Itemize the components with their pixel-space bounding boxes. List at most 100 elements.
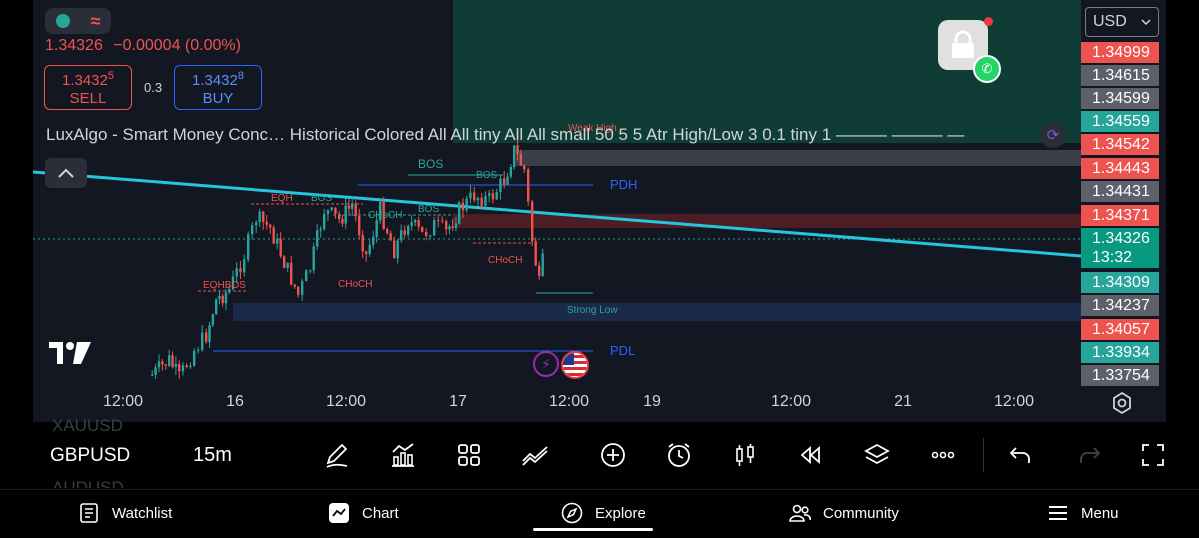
candle-body xyxy=(181,365,185,372)
nav-chart-label: Chart xyxy=(362,504,399,522)
market-open-icon xyxy=(55,14,70,28)
more-icon[interactable] xyxy=(928,440,958,470)
candle-body xyxy=(351,204,354,209)
whatsapp-icon[interactable]: ✆ xyxy=(973,55,1001,83)
price-tag-value: 1.34615 xyxy=(1092,67,1150,84)
time-axis-label: 12:00 xyxy=(102,393,144,410)
refresh-icon[interactable]: ⟳ xyxy=(1040,122,1066,148)
redo-icon[interactable] xyxy=(1074,440,1104,470)
candle-body xyxy=(445,221,448,230)
interval-select[interactable]: 15m xyxy=(193,444,232,467)
candle-body xyxy=(151,374,154,376)
price-change: −0.00004 (0.00%) xyxy=(113,37,241,54)
buy-label: BUY xyxy=(202,90,234,107)
undo-icon[interactable] xyxy=(1006,440,1036,470)
nav-community[interactable]: Community xyxy=(789,502,899,524)
nav-menu[interactable]: Menu xyxy=(1047,502,1119,524)
candle-body xyxy=(389,233,392,241)
price-tag-value: 1.33934 xyxy=(1092,344,1150,361)
chart-settings-icon[interactable] xyxy=(1110,391,1134,415)
candle-body xyxy=(480,197,483,206)
alert-clock-icon[interactable] xyxy=(664,440,694,470)
candle-body xyxy=(164,364,167,366)
candle-body xyxy=(484,195,487,206)
templates-icon[interactable] xyxy=(454,440,484,470)
candle-body xyxy=(495,191,498,200)
candle-body xyxy=(171,355,174,368)
candle-body xyxy=(224,292,228,304)
candle-body xyxy=(215,299,218,315)
flash-icon[interactable]: ⚡ xyxy=(533,351,559,377)
toolbar-divider xyxy=(983,438,984,472)
sell-button[interactable]: 1.34325 SELL xyxy=(44,65,132,110)
candle-body xyxy=(527,169,530,202)
candle-body xyxy=(316,230,319,247)
candle-body xyxy=(218,295,221,300)
candle-body xyxy=(469,192,472,199)
price-level-tag: 1.34371 xyxy=(1081,205,1159,226)
price-tag-value: 1.34431 xyxy=(1092,183,1150,200)
drawing-tools-icon[interactable] xyxy=(322,440,352,470)
candle-body xyxy=(265,221,268,225)
price-level-tag: 1.34615 xyxy=(1081,65,1159,86)
sell-price-pip: 5 xyxy=(107,70,114,82)
fullscreen-icon[interactable] xyxy=(1138,440,1168,470)
price-level-tag: 1.34309 xyxy=(1081,272,1159,293)
strong-low-label: Strong Low xyxy=(567,305,618,316)
candle-body xyxy=(293,284,296,287)
buy-button[interactable]: 1.34328 BUY xyxy=(174,65,262,110)
time-axis[interactable]: 12:00 16 12:00 17 12:00 19 12:00 21 12:00 xyxy=(33,385,1083,421)
nav-watchlist[interactable]: Watchlist xyxy=(78,502,172,524)
community-icon xyxy=(789,504,811,522)
candle-body xyxy=(205,332,208,342)
symbol-select[interactable]: GBPUSD xyxy=(50,445,130,467)
chart-icon xyxy=(329,503,349,523)
replay-icon[interactable] xyxy=(796,440,826,470)
candle-body xyxy=(178,363,181,372)
candle-body xyxy=(417,220,420,227)
candle-body xyxy=(513,145,516,167)
pdh-label: PDH xyxy=(610,177,637,192)
candle-body xyxy=(491,193,495,200)
candle-body xyxy=(189,365,192,368)
supply-zone xyxy=(453,214,1081,228)
add-icon[interactable] xyxy=(598,440,628,470)
candle-body xyxy=(208,325,211,342)
candle-body xyxy=(454,223,458,228)
candle-body xyxy=(344,205,347,224)
candle-body xyxy=(272,227,275,244)
indicators-icon[interactable] xyxy=(388,440,418,470)
symbol-next[interactable]: AUDUSD xyxy=(52,478,124,488)
candle-body xyxy=(421,226,424,232)
collapse-legend-button[interactable] xyxy=(45,158,87,188)
price-tag-value: 1.34999 xyxy=(1092,44,1150,61)
time-axis-label: 17 xyxy=(449,393,467,410)
candle-body xyxy=(330,207,333,210)
compare-icon[interactable] xyxy=(520,440,550,470)
nav-explore-label: Explore xyxy=(595,504,646,522)
layers-icon[interactable] xyxy=(862,440,892,470)
candle-body xyxy=(372,237,375,245)
nav-explore[interactable]: Explore xyxy=(561,502,646,524)
candle-body xyxy=(465,198,468,211)
candle-type-icon[interactable] xyxy=(730,440,760,470)
nav-active-indicator xyxy=(533,528,653,531)
lock-icon xyxy=(952,30,974,58)
price-tag-value: 1.34309 xyxy=(1092,274,1150,291)
us-flag-icon[interactable] xyxy=(561,351,589,379)
candle-body xyxy=(410,222,413,226)
candle-body xyxy=(451,226,454,228)
strong-low-zone xyxy=(233,303,1081,321)
symbol-prev[interactable]: XAUUSD xyxy=(52,416,123,436)
candle-body xyxy=(286,262,289,268)
price-tag-value: 1.34326 xyxy=(1092,230,1150,247)
market-status-pill[interactable]: ≈ xyxy=(45,8,111,34)
choch-label-2: CHoCH xyxy=(488,255,522,266)
indicator-legend[interactable]: LuxAlgo - Smart Money Conc… Historical C… xyxy=(46,125,964,145)
watchlist-icon xyxy=(80,503,98,523)
nav-chart[interactable]: Chart xyxy=(328,502,399,524)
time-axis-label: 12:00 xyxy=(770,393,812,410)
time-axis-label: 12:00 xyxy=(325,393,367,410)
currency-select[interactable]: USD xyxy=(1085,7,1159,37)
price-tag-value: 1.34599 xyxy=(1092,90,1150,107)
